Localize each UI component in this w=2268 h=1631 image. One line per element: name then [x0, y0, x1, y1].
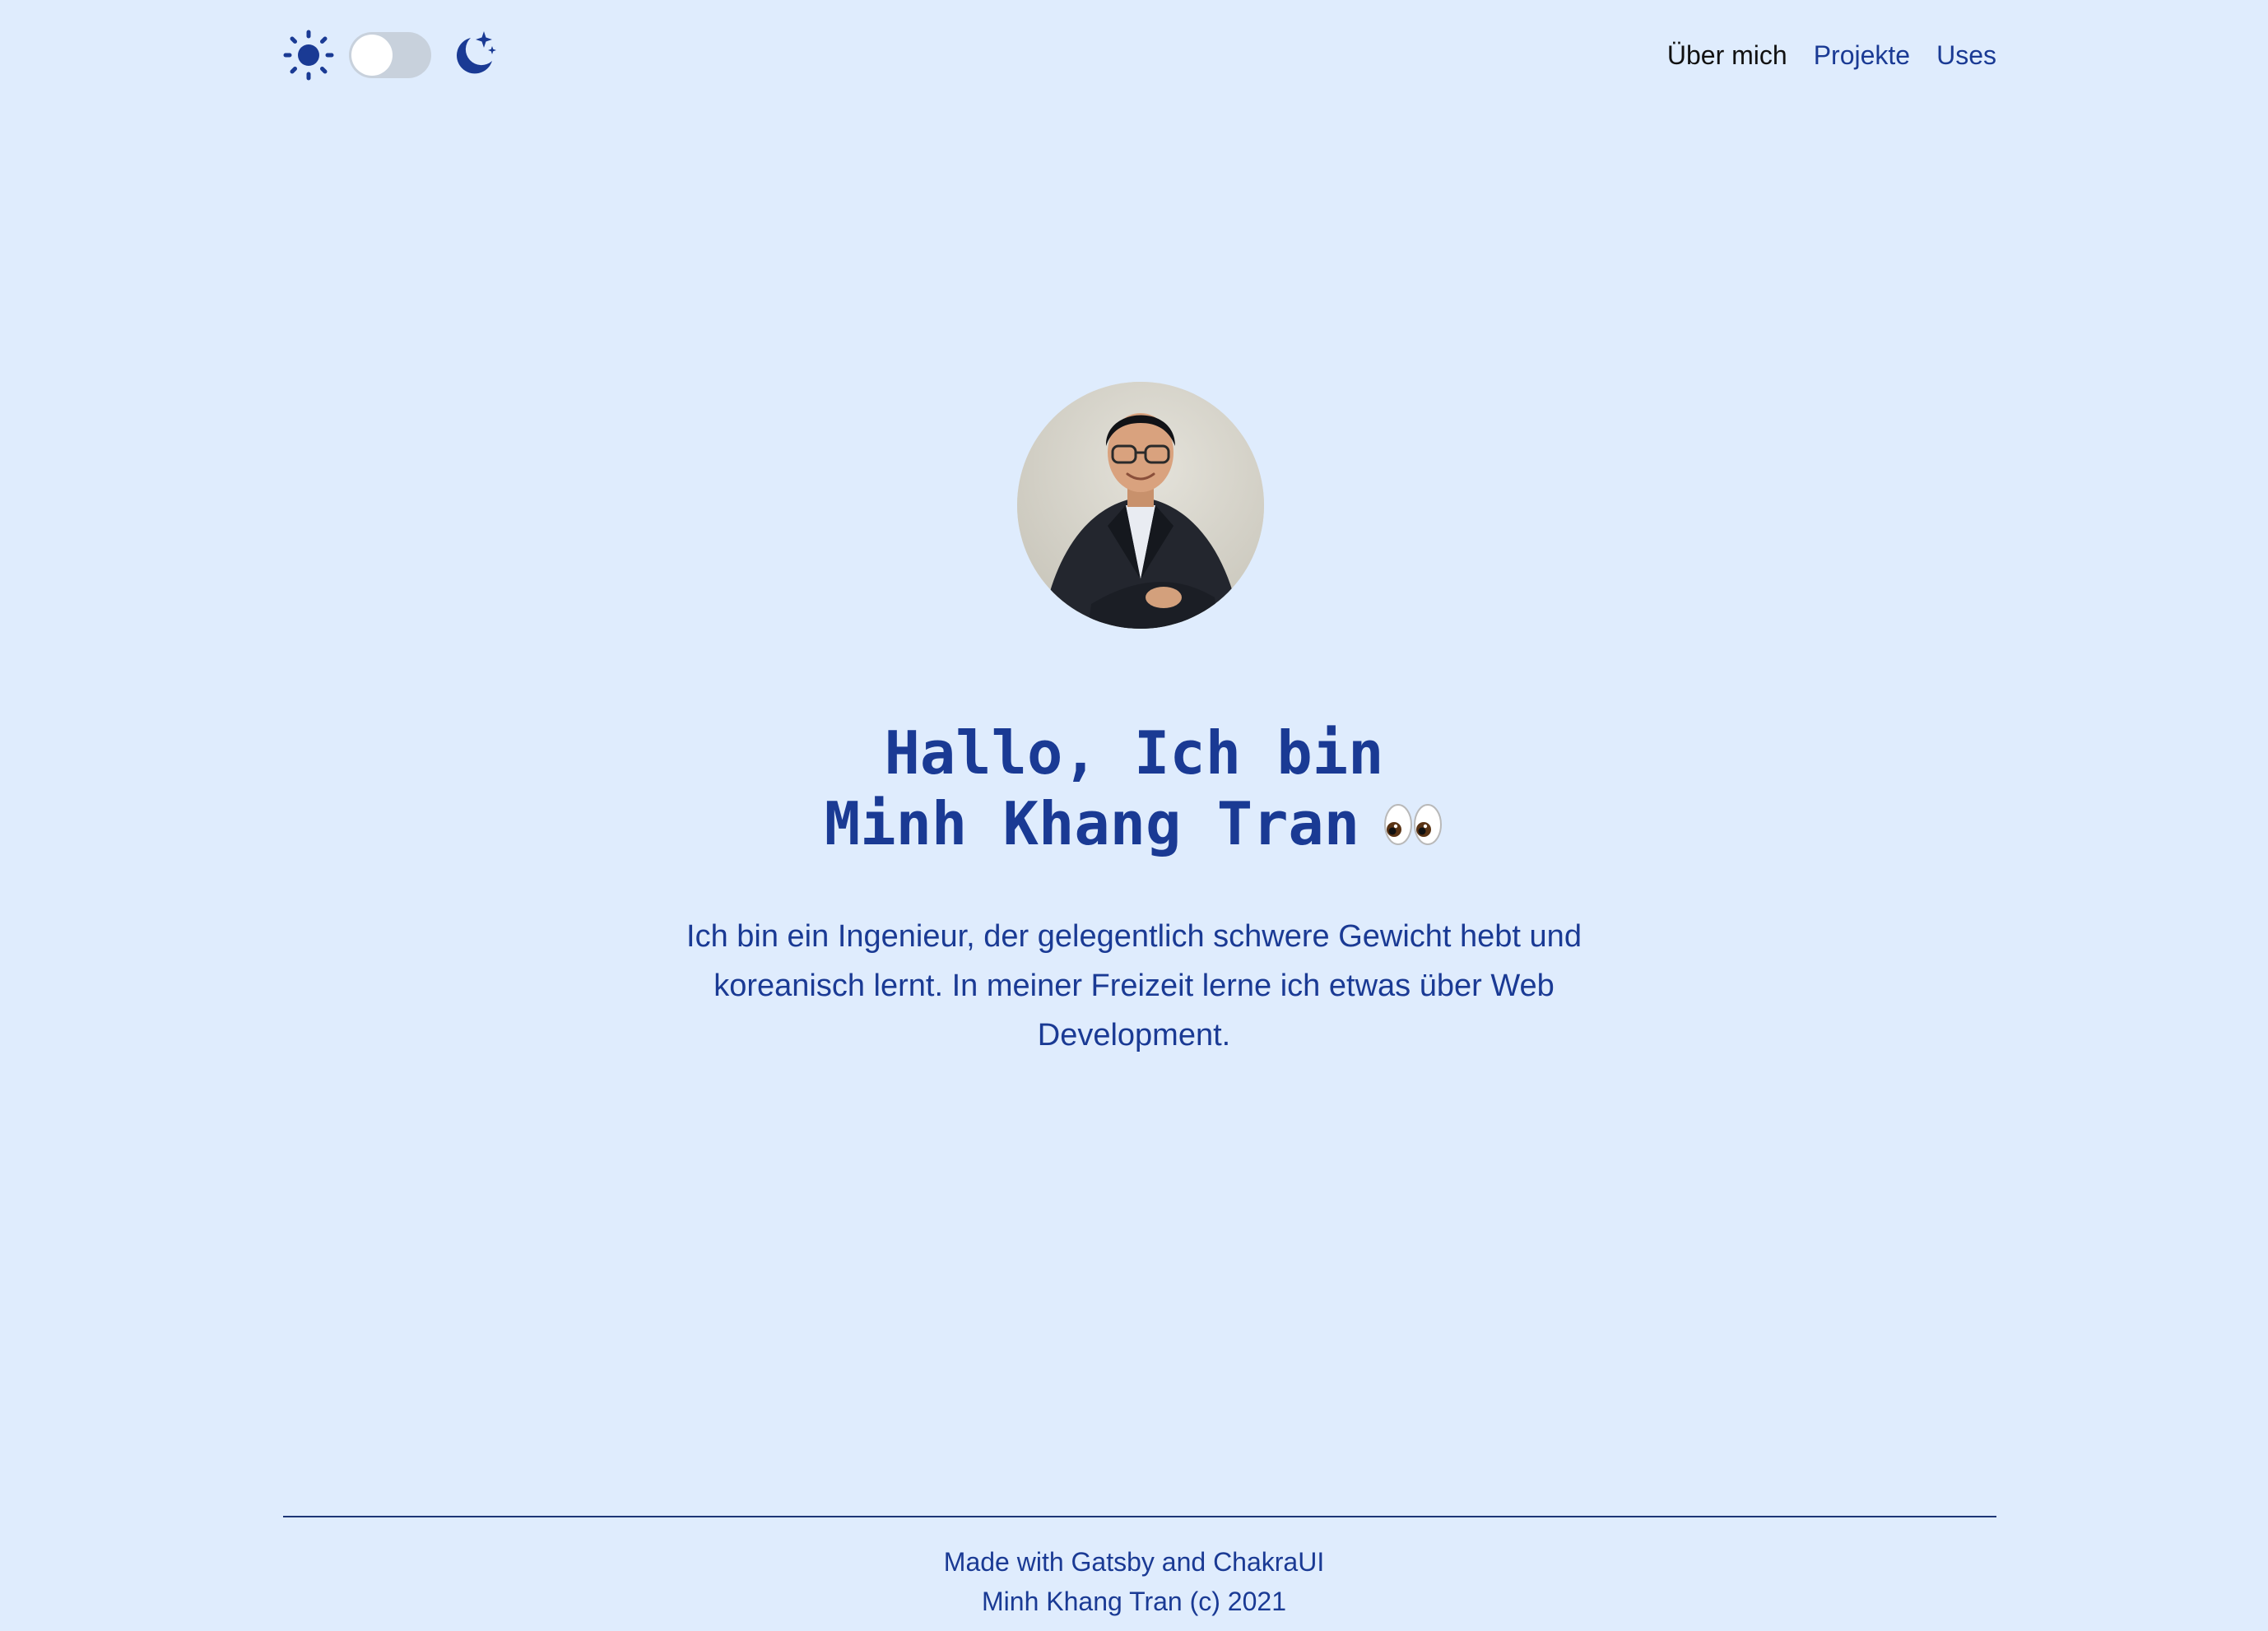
page: Über mich Projekte Uses Hallo, Ich bin M…: [0, 0, 2268, 1631]
nav-link-ueber-mich[interactable]: Über mich: [1667, 40, 1787, 71]
hero-title-line-2: Minh Khang Tran: [824, 789, 1360, 858]
hero-intro-text: Ich bin ein Ingenieur, der gelegentlich …: [686, 919, 1582, 1052]
footer-divider: [283, 1516, 1996, 1517]
sun-icon[interactable]: [283, 30, 334, 81]
hero-title: Hallo, Ich bin Minh Khang Tran: [0, 718, 2268, 859]
eyes-icon: [1383, 793, 1443, 845]
theme-switch[interactable]: [349, 32, 431, 78]
hero-title-line-2-wrapper: Minh Khang Tran: [0, 788, 2268, 859]
nav-link-uses[interactable]: Uses: [1936, 40, 1996, 71]
footer-copyright: Minh Khang Tran (c) 2021: [982, 1587, 1286, 1616]
avatar: [1017, 382, 1264, 629]
nav-link-projekte[interactable]: Projekte: [1814, 40, 1910, 71]
main-nav: Über mich Projekte Uses: [1667, 25, 1996, 86]
moon-stars-icon[interactable]: [446, 30, 497, 81]
avatar-portrait: [1017, 382, 1264, 629]
theme-toggle[interactable]: [283, 25, 497, 86]
site-header: Über mich Projekte Uses: [283, 25, 1996, 86]
site-footer: Made with Gatsby and ChakraUI Minh Khang…: [0, 1542, 2268, 1621]
footer-made-with: Made with Gatsby and ChakraUI: [943, 1547, 1325, 1577]
theme-switch-knob[interactable]: [351, 35, 393, 76]
hero-title-line-1: Hallo, Ich bin: [884, 718, 1384, 788]
